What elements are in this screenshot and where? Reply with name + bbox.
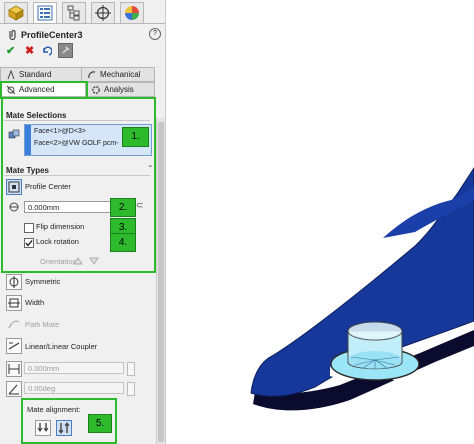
selection-strip	[25, 125, 31, 155]
anti-aligned-icon	[58, 422, 70, 434]
orientation-flip-right-icon[interactable]	[88, 255, 100, 266]
angle-limit-field[interactable]: 0.00deg	[24, 382, 124, 394]
symmetric-label: Symmetric	[25, 277, 61, 286]
pushpin-icon	[62, 46, 70, 54]
profile-center-label: Profile Center	[25, 182, 71, 191]
configuration-tree-icon	[67, 5, 80, 21]
collapse-chevron-icon[interactable]: ⌃	[147, 164, 154, 173]
callout-1: 1.	[122, 127, 149, 147]
path-mate-label: Path Mate	[25, 320, 60, 329]
standard-mates-icon	[7, 70, 15, 80]
offset-distance-icon	[9, 202, 19, 212]
dimxpert-tab[interactable]	[91, 2, 115, 24]
mate-paperclip-icon	[9, 29, 16, 40]
section-divider	[4, 120, 150, 121]
symmetric-button[interactable]	[6, 274, 22, 290]
undo-icon[interactable]	[41, 45, 52, 56]
angle-limit-icon	[8, 384, 19, 395]
flip-dimension-label: Flip dimension	[36, 222, 85, 231]
callout-4: 4.	[110, 233, 136, 252]
mate-types-heading: Mate Types	[6, 166, 49, 175]
aligned-button[interactable]	[35, 420, 51, 436]
tab-mechanical[interactable]: Mechanical	[81, 67, 155, 82]
display-manager-tab[interactable]	[120, 2, 144, 24]
distance-limit-field[interactable]: 0.000mm	[24, 362, 124, 374]
angle-spinner[interactable]	[127, 382, 135, 396]
anti-aligned-button[interactable]	[56, 420, 72, 436]
profile-center-icon	[8, 181, 20, 193]
aligned-icon	[37, 423, 49, 432]
mate-selections-heading: Mate Selections	[6, 111, 67, 120]
ok-check-icon[interactable]: ✔	[6, 44, 15, 57]
part-cube-icon	[8, 5, 24, 21]
mechanical-mates-icon	[88, 71, 96, 79]
crosshair-icon	[95, 5, 111, 21]
color-wheel-icon	[125, 6, 139, 20]
distance-limit-icon	[8, 364, 20, 374]
callout-5: 5.	[88, 414, 112, 433]
linear-coupler-label: Linear/Linear Coupler	[25, 342, 98, 351]
angle-limit-button[interactable]	[6, 381, 22, 397]
cancel-x-icon[interactable]: ✖	[25, 44, 34, 57]
width-button[interactable]	[6, 295, 22, 311]
linear-coupler-button[interactable]	[6, 338, 22, 354]
propertymanager-tab[interactable]	[33, 2, 57, 24]
symmetric-icon	[9, 276, 19, 288]
lock-rotation-checkbox[interactable]	[24, 238, 34, 248]
configurationmanager-tab[interactable]	[62, 2, 86, 24]
callout-2: 2.	[110, 198, 136, 217]
pin-top	[347, 321, 403, 341]
property-list-icon	[37, 5, 53, 21]
featuremanager-tab[interactable]	[4, 2, 28, 24]
property-manager-panel: ProfileCenter3 ? ✔ ✖ Standard Mechanical…	[0, 0, 166, 444]
help-icon[interactable]: ?	[149, 28, 161, 40]
path-mate-icon	[8, 320, 20, 329]
selection-faces-icon	[8, 129, 20, 139]
tab-standard[interactable]: Standard	[0, 67, 82, 82]
scrollbar-thumb[interactable]	[158, 122, 164, 442]
graphics-area[interactable]	[165, 0, 474, 444]
flip-dimension-checkbox[interactable]	[24, 223, 34, 233]
width-label: Width	[25, 298, 45, 307]
linear-coupler-icon	[8, 342, 20, 350]
lock-rotation-label: Lock rotation	[36, 237, 79, 246]
distance-limit-button[interactable]	[6, 361, 22, 377]
tab-analysis-label: Analysis	[104, 85, 134, 94]
profile-center-button[interactable]	[6, 179, 22, 195]
flip-direction-icon[interactable]: ⊂	[136, 200, 144, 211]
distance-spinner[interactable]	[127, 362, 135, 376]
width-mate-icon	[8, 298, 20, 308]
mate-alignment-label: Mate alignment:	[27, 405, 81, 414]
panel-scrollbar[interactable]	[156, 118, 165, 444]
section-divider	[4, 175, 150, 176]
checkmark-icon	[25, 240, 33, 247]
tab-analysis[interactable]: Analysis	[85, 82, 155, 97]
pushpin-button[interactable]	[58, 43, 73, 58]
tab-divider	[0, 23, 165, 24]
analysis-gear-icon	[92, 86, 100, 94]
page-title: ProfileCenter3	[21, 30, 83, 40]
tab-standard-label: Standard	[19, 70, 52, 79]
orientation-flip-left-icon[interactable]	[72, 255, 84, 266]
tab-mechanical-label: Mechanical	[100, 70, 141, 79]
